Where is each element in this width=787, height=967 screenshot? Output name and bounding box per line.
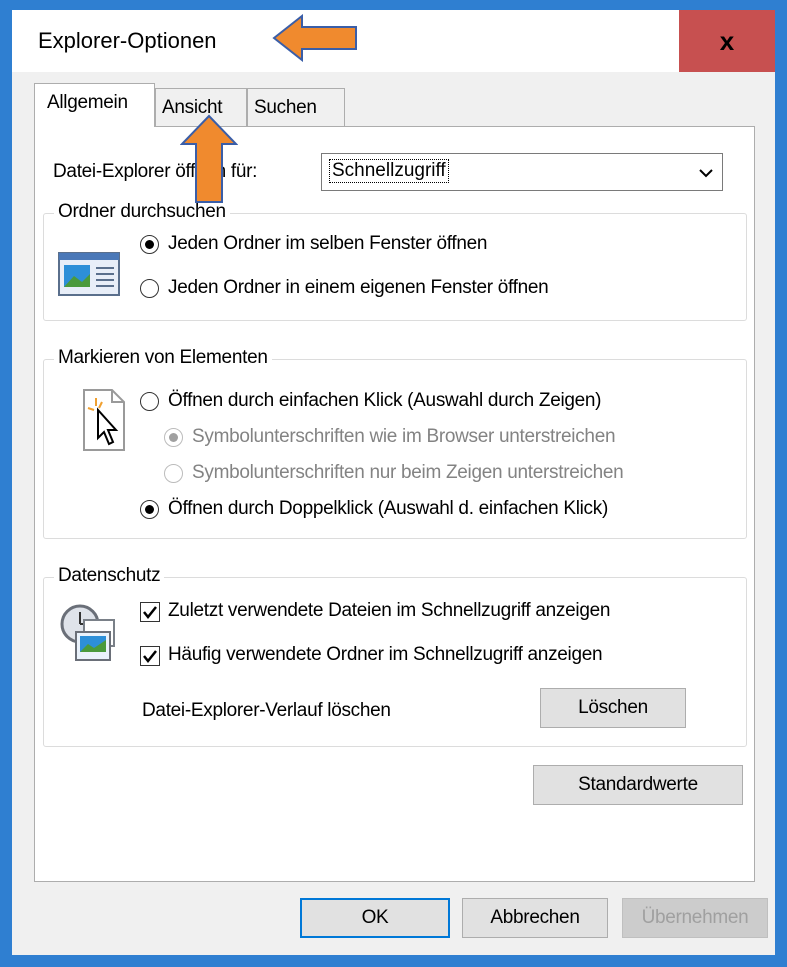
cancel-button[interactable]: Abbrechen bbox=[462, 898, 608, 938]
privacy-group: Datenschutz Zuletzt verwendete Dateien i… bbox=[43, 565, 747, 747]
click-items-group: Markieren von Elementen Öffnen durch ein… bbox=[43, 347, 747, 539]
single-click-label[interactable]: Öffnen durch einfachen Klick (Auswahl du… bbox=[168, 390, 602, 412]
recent-files-checkbox[interactable] bbox=[140, 602, 160, 622]
frequent-folders-label[interactable]: Häufig verwendete Ordner im Schnellzugri… bbox=[168, 644, 603, 666]
group-title: Datenschutz bbox=[54, 565, 165, 587]
tab-suchen[interactable]: Suchen bbox=[247, 88, 345, 126]
annotation-arrow-left-icon bbox=[272, 14, 357, 62]
underline-hover-label: Symbolunterschriften nur beim Zeigen unt… bbox=[192, 462, 624, 483]
browse-folders-group: Ordner durchsuchen Jeden Ordner im selbe… bbox=[43, 201, 747, 321]
own-window-radio[interactable] bbox=[140, 279, 159, 298]
pointer-click-icon bbox=[83, 389, 125, 451]
apply-button[interactable]: Übernehmen bbox=[622, 898, 768, 938]
window-folder-icon bbox=[58, 252, 120, 296]
frequent-folders-checkbox[interactable] bbox=[140, 646, 160, 666]
tab-label: Allgemein bbox=[47, 92, 128, 113]
underline-hover-radio[interactable] bbox=[164, 464, 183, 483]
window-title: Explorer-Optionen bbox=[38, 28, 217, 53]
dialog-client: Allgemein Ansicht Suchen Datei-Explorer … bbox=[12, 72, 775, 955]
annotation-arrow-up-icon bbox=[180, 114, 238, 203]
ok-button[interactable]: OK bbox=[300, 898, 450, 938]
tab-allgemein[interactable]: Allgemein bbox=[34, 83, 155, 127]
general-tab-panel: Datei-Explorer öffnen für: Schnellzugrif… bbox=[34, 126, 755, 882]
clock-documents-icon bbox=[60, 604, 115, 661]
checkmark-icon bbox=[143, 606, 157, 620]
close-button[interactable]: x bbox=[679, 10, 775, 72]
title-bar[interactable]: Explorer-Optionen x bbox=[12, 10, 775, 72]
double-click-radio[interactable] bbox=[140, 500, 159, 519]
group-title: Markieren von Elementen bbox=[54, 347, 272, 369]
explorer-options-window: Explorer-Optionen x Allgemein Ansicht Su… bbox=[0, 0, 787, 967]
chevron-down-icon bbox=[699, 169, 713, 178]
restore-defaults-button[interactable]: Standardwerte bbox=[533, 765, 743, 805]
same-window-radio[interactable] bbox=[140, 235, 159, 254]
recent-files-label[interactable]: Zuletzt verwendete Dateien im Schnellzug… bbox=[168, 600, 610, 622]
checkmark-icon bbox=[143, 650, 157, 664]
underline-browser-label: Symbolunterschriften wie im Browser unte… bbox=[192, 426, 616, 447]
clear-history-button[interactable]: Löschen bbox=[540, 688, 686, 728]
double-click-label[interactable]: Öffnen durch Doppelklick (Auswahl d. ein… bbox=[168, 498, 608, 520]
open-for-dropdown[interactable]: Schnellzugriff bbox=[321, 153, 723, 191]
single-click-radio[interactable] bbox=[140, 392, 159, 411]
tab-label: Suchen bbox=[254, 97, 317, 118]
group-title: Ordner durchsuchen bbox=[54, 201, 230, 223]
underline-browser-radio[interactable] bbox=[164, 428, 183, 447]
same-window-label[interactable]: Jeden Ordner im selben Fenster öffnen bbox=[168, 233, 487, 255]
clear-history-label: Datei-Explorer-Verlauf löschen bbox=[142, 700, 391, 721]
own-window-label[interactable]: Jeden Ordner in einem eigenen Fenster öf… bbox=[168, 277, 549, 299]
open-for-value: Schnellzugriff bbox=[329, 159, 449, 183]
